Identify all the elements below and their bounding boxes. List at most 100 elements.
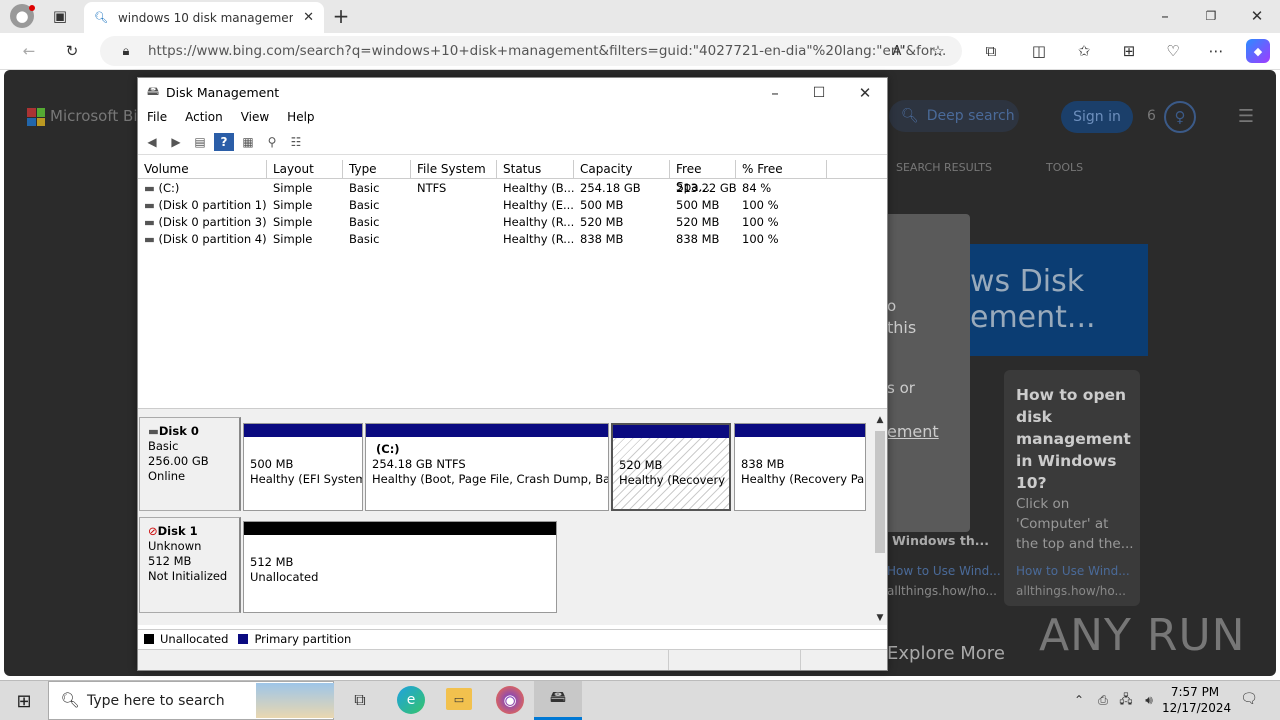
explore-more[interactable]: Explore More <box>887 643 1005 664</box>
partition-size: 512 MB <box>250 555 294 569</box>
minimize-icon[interactable]: – <box>1156 5 1174 27</box>
volume-list: Volume Layout Type File System Status Ca… <box>138 160 887 406</box>
network-icon[interactable]: 🖧 <box>1117 690 1135 710</box>
tab-actions-icon[interactable]: ▣ <box>50 6 70 26</box>
lock-icon[interactable]: 🔒︎ <box>117 41 135 61</box>
edge-icon[interactable]: e <box>397 686 425 714</box>
disk0-label[interactable]: ▬Disk 0 Basic 256.00 GB Online <box>139 417 241 511</box>
file-explorer-icon[interactable]: ▭ <box>446 688 472 710</box>
favorite-star-icon[interactable]: ☆ <box>927 40 949 62</box>
help-icon[interactable]: ? <box>214 132 234 151</box>
volume-cell: ▬ (Disk 0 partition 4) <box>144 232 267 246</box>
forward-arrow-icon[interactable]: ▶ <box>166 133 186 151</box>
dm-minimize-icon[interactable]: – <box>764 82 786 104</box>
system-clock[interactable]: 7:57 PM 12/17/2024 <box>1162 684 1231 716</box>
browser-tab[interactable]: 🔍︎ windows 10 disk management - Sea ✕ <box>84 2 324 33</box>
scroll-down-icon[interactable]: ▼ <box>873 611 887 625</box>
col-file-system[interactable]: File System <box>411 160 497 179</box>
performance-icon[interactable]: ♡ <box>1162 40 1184 62</box>
partition-status: Healthy (Recovery Part <box>741 472 865 486</box>
start-windows-icon[interactable]: ⊞ <box>12 689 36 713</box>
partition-c[interactable]: (C:) 254.18 GB NTFS Healthy (Boot, Page Fi… <box>365 423 609 511</box>
hamburger-menu-icon[interactable]: ☰ <box>1234 104 1258 128</box>
status-cell: Healthy (R... <box>503 232 574 246</box>
capacity-cell: 254.18 GB <box>580 181 641 195</box>
show-hide-tree-icon[interactable]: ▤ <box>190 133 210 151</box>
dm-maximize-icon[interactable]: ☐ <box>808 82 830 104</box>
menu-file[interactable]: File <box>138 110 176 124</box>
partition-efi[interactable]: 500 MB Healthy (EFI System <box>243 423 363 511</box>
device-icon[interactable]: ⎙ <box>1094 690 1112 710</box>
table-row[interactable]: ▬ (C:) Simple Basic NTFS Healthy (B... 2… <box>138 180 887 197</box>
panel-link[interactable]: ement <box>887 422 939 441</box>
question-title[interactable]: How to open disk management in Windows 1… <box>1016 384 1134 494</box>
partition-recovery-1[interactable]: 520 MB Healthy (Recovery P <box>611 423 731 511</box>
back-arrow-icon[interactable]: ◀ <box>142 133 162 151</box>
fs-cell <box>411 214 497 231</box>
table-row[interactable]: ▬ (Disk 0 partition 1) Simple Basic Heal… <box>138 197 887 214</box>
properties-icon[interactable]: ▦ <box>238 133 258 151</box>
sign-in-button[interactable]: Sign in <box>1061 101 1133 133</box>
menu-action[interactable]: Action <box>176 110 232 124</box>
question-text: Click on 'Computer' at the top and the..… <box>1016 496 1134 552</box>
task-view-icon[interactable]: ⧉ <box>348 688 372 712</box>
disk1-label[interactable]: ⊘Disk 1 Unknown 512 MB Not Initialized <box>139 517 241 613</box>
vertical-scrollbar[interactable]: ▲ ▼ <box>873 413 887 625</box>
col-percent-free[interactable]: % Free <box>736 160 827 179</box>
fs-cell <box>411 231 497 248</box>
address-input[interactable]: https://www.bing.com/search?q=windows+10… <box>100 36 962 66</box>
partition-recovery-2[interactable]: 838 MB Healthy (Recovery Part <box>734 423 866 511</box>
tab-tools[interactable]: TOOLS <box>1046 161 1083 174</box>
dm-close-icon[interactable]: ✕ <box>854 82 876 104</box>
collections-icon[interactable]: ⊞ <box>1118 40 1140 62</box>
col-volume[interactable]: Volume <box>138 160 267 179</box>
restore-icon[interactable]: ❐ <box>1202 5 1220 27</box>
tab-search-results[interactable]: SEARCH RESULTS <box>896 161 992 174</box>
disk-management-taskbar-item[interactable]: 🖴 <box>534 681 582 720</box>
volume-icon[interactable]: 🔊︎ <box>1140 690 1158 710</box>
copilot-icon[interactable]: ◆ <box>1246 39 1270 63</box>
close-window-icon[interactable]: ✕ <box>1248 5 1266 27</box>
menu-view[interactable]: View <box>232 110 278 124</box>
rewards-icon[interactable]: ♀ <box>1164 101 1196 133</box>
menu-help[interactable]: Help <box>278 110 323 124</box>
col-layout[interactable]: Layout <box>267 160 343 179</box>
scroll-up-icon[interactable]: ▲ <box>873 413 887 427</box>
partition-unallocated[interactable]: 512 MB Unallocated <box>243 521 557 613</box>
deep-search-label: Deep search <box>926 108 1015 124</box>
read-aloud-icon[interactable]: Aʼ <box>888 40 910 62</box>
refresh-icon[interactable]: ↻ <box>61 40 83 62</box>
connect-icon[interactable]: ⚲ <box>262 133 282 151</box>
firefox-icon[interactable]: ◉ <box>496 686 524 714</box>
question-link[interactable]: How to Use Wind... <box>1016 564 1130 578</box>
favorites-icon[interactable]: ✩ <box>1073 40 1095 62</box>
col-capacity[interactable]: Capacity <box>574 160 670 179</box>
new-tab-icon[interactable]: + <box>330 4 352 28</box>
primary-swatch <box>238 634 249 644</box>
table-row[interactable]: ▬ (Disk 0 partition 4) Simple Basic Heal… <box>138 231 887 248</box>
partition-size: 254.18 GB NTFS <box>372 457 466 471</box>
popup-panel <box>884 214 970 532</box>
scroll-thumb[interactable] <box>875 431 885 553</box>
bing-search-icon: 🔍︎ <box>94 11 108 24</box>
split-screen-icon[interactable]: ◫ <box>1028 40 1050 62</box>
table-row[interactable]: ▬ (Disk 0 partition 3) Simple Basic Heal… <box>138 214 887 231</box>
back-icon[interactable]: ← <box>18 40 40 62</box>
capacity-cell: 500 MB <box>580 198 624 212</box>
layout-cell: Simple <box>273 198 313 212</box>
disk1-state: Not Initialized <box>148 569 228 583</box>
settings-list-icon[interactable]: ☷ <box>286 133 306 151</box>
col-status[interactable]: Status <box>497 160 574 179</box>
search-highlight-image[interactable] <box>256 683 334 718</box>
left-card-link[interactable]: How to Use Wind... <box>887 564 1001 578</box>
partition-status: Healthy (Recovery P <box>619 473 729 487</box>
show-hidden-icons-icon[interactable]: ⌃ <box>1070 690 1088 710</box>
left-card-site: allthings.how/ho... <box>887 584 997 598</box>
col-free-space[interactable]: Free Spa... <box>670 160 736 194</box>
col-type[interactable]: Type <box>343 160 411 179</box>
extensions-icon[interactable]: ⧉ <box>980 40 1002 62</box>
notifications-icon[interactable]: 🗨︎ <box>1238 688 1260 710</box>
deep-search-button[interactable]: 🔍︎ Deep search <box>889 100 1019 132</box>
close-tab-icon[interactable]: ✕ <box>303 10 314 25</box>
more-menu-icon[interactable]: ⋯ <box>1205 40 1227 62</box>
